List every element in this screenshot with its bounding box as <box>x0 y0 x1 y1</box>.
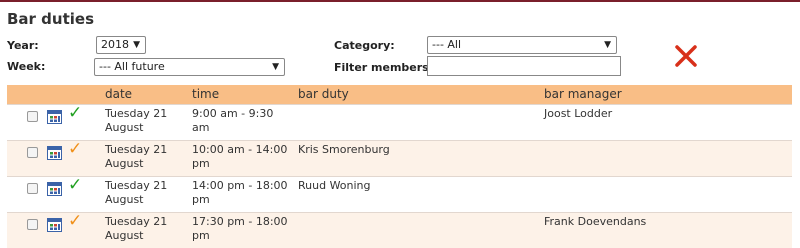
time-cell: 9:00 am - 9:30 am <box>192 107 274 134</box>
check-icon: ✓ <box>68 175 83 195</box>
bar-duty-cell: Kris Smorenburg <box>298 143 390 156</box>
date-cell: Tuesday 21 August <box>105 143 168 170</box>
bar-duty-cell: Ruud Woning <box>298 179 371 192</box>
calendar-icon[interactable] <box>47 145 62 160</box>
check-icon: ✓ <box>68 139 83 159</box>
chevron-down-icon: ▼ <box>604 40 611 50</box>
row-checkbox[interactable] <box>27 219 38 230</box>
table-header: date time bar duty bar manager <box>7 85 792 104</box>
filter-members-input[interactable] <box>427 56 621 76</box>
calendar-icon[interactable] <box>47 217 62 232</box>
header-time[interactable]: time <box>192 87 219 101</box>
time-cell: 14:00 pm - 18:00 pm <box>192 179 288 206</box>
week-select-value: --- All future <box>99 60 165 73</box>
year-select-value: 2018 <box>101 38 129 51</box>
year-select[interactable]: 2018 ▼ <box>96 36 146 54</box>
chevron-down-icon: ▼ <box>133 40 140 50</box>
header-date[interactable]: date <box>105 87 132 101</box>
date-cell: Tuesday 21 August <box>105 179 168 206</box>
top-border <box>0 0 800 2</box>
chevron-down-icon: ▼ <box>272 62 279 72</box>
header-bar-manager[interactable]: bar manager <box>544 87 622 101</box>
header-bar-duty[interactable]: bar duty <box>298 87 349 101</box>
close-icon[interactable] <box>672 42 700 70</box>
week-label: Week: <box>7 60 46 73</box>
row-checkbox[interactable] <box>27 111 38 122</box>
bar-manager-cell: Frank Doevendans <box>544 215 647 228</box>
week-select[interactable]: --- All future ▼ <box>94 58 285 76</box>
table-row: ✓ Tuesday 21 August 14:00 pm - 18:00 pm … <box>7 175 792 212</box>
table-row: ✓ Tuesday 21 August 9:00 am - 9:30 am Jo… <box>7 103 792 140</box>
check-icon: ✓ <box>68 103 83 123</box>
year-label: Year: <box>7 39 39 52</box>
date-cell: Tuesday 21 August <box>105 107 168 134</box>
table-row: ✓ Tuesday 21 August 10:00 am - 14:00 pm … <box>7 139 792 176</box>
time-cell: 17:30 pm - 18:00 pm <box>192 215 288 242</box>
row-checkbox[interactable] <box>27 183 38 194</box>
category-label: Category: <box>334 39 395 52</box>
bar-duties-table: date time bar duty bar manager ✓ Tuesday… <box>7 85 792 248</box>
members-label: Filter members: <box>334 61 434 74</box>
date-cell: Tuesday 21 August <box>105 215 168 242</box>
row-checkbox[interactable] <box>27 147 38 158</box>
calendar-icon[interactable] <box>47 181 62 196</box>
calendar-icon[interactable] <box>47 109 62 124</box>
page-title: Bar duties <box>7 10 95 28</box>
check-icon: ✓ <box>68 211 83 231</box>
bar-manager-cell: Joost Lodder <box>544 107 613 120</box>
time-cell: 10:00 am - 14:00 pm <box>192 143 288 170</box>
category-select[interactable]: --- All ▼ <box>427 36 617 54</box>
category-select-value: --- All <box>432 38 462 51</box>
